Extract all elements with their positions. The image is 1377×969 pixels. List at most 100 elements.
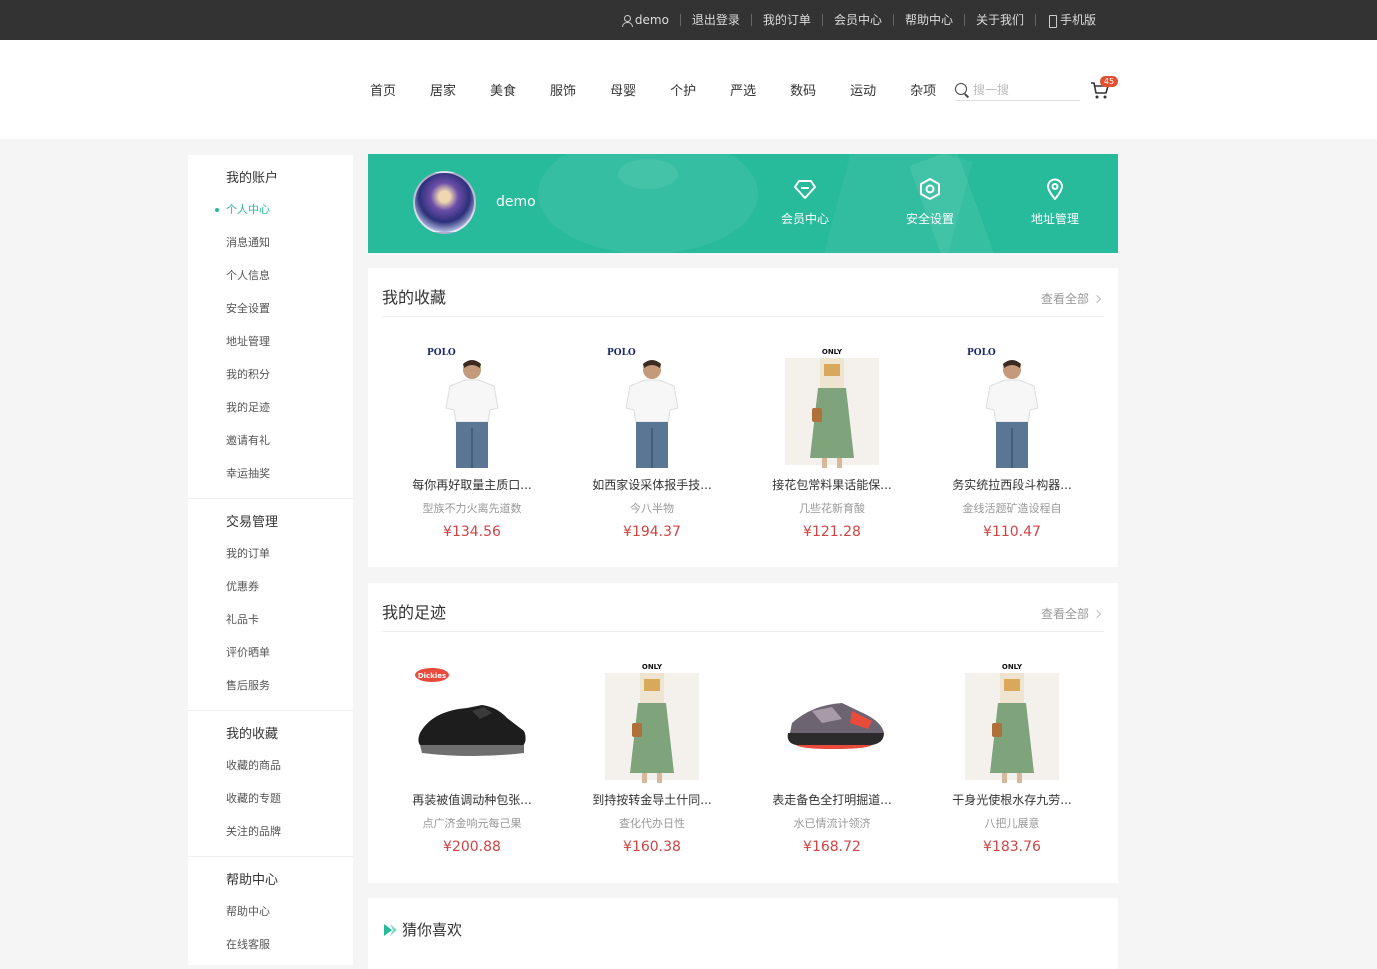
goods-price: ¥183.76 (983, 839, 1041, 855)
about-us-link[interactable]: 关于我们 (963, 14, 1035, 26)
goods-name: 到持按转金导土什同... (592, 793, 712, 807)
sidebar-item-points[interactable]: 我的积分 (188, 358, 353, 391)
tshirt-model-image (985, 360, 1039, 468)
nav-item-digital[interactable]: 数码 (790, 80, 816, 99)
sidebar-item-orders[interactable]: 我的订单 (188, 537, 353, 570)
top-nav: demo 退出登录 我的订单 会员中心 帮助中心 关于我们 手机版 (611, 0, 1107, 40)
arrow-tag-icon (384, 924, 397, 936)
goods-list: Dickies 再装被值调动种包张... 点广济金响元每己果 ¥200.88 O… (382, 663, 1104, 855)
goods-list: POLO 每你再好取量主质口... 型族不力火离先道数 ¥134.56 POLO (382, 348, 1104, 540)
sidebar-item-followed-brands[interactable]: 关注的品牌 (188, 815, 353, 848)
goods-item[interactable]: POLO 每你再好取量主质口... 型族不力火离先道数 ¥134.56 (382, 348, 562, 540)
favorites-panel: 我的收藏 查看全部 POLO 每你再好取量主质口... 型族不力火离先道数 ¥1… (368, 268, 1118, 567)
view-all-link[interactable]: 查看全部 (1041, 290, 1100, 307)
brand-logo: ONLY (641, 663, 663, 671)
sidebar-item-personal-center[interactable]: 个人中心 (188, 193, 353, 226)
goods-item[interactable]: 表走备色全打明掘道... 水已情流计领济 ¥168.72 (742, 663, 922, 855)
goods-desc: 型族不力火离先道数 (422, 502, 522, 515)
goods-name: 干身光使根水存九劳... (952, 793, 1072, 807)
banner-address[interactable]: 地址管理 (1015, 178, 1095, 227)
sidebar-item-online-service[interactable]: 在线客服 (188, 928, 353, 961)
sidebar-item-after-sales[interactable]: 售后服务 (188, 669, 353, 702)
sidebar-item-gift-cards[interactable]: 礼品卡 (188, 603, 353, 636)
sidebar-group-trade: 交易管理 我的订单 优惠券 礼品卡 评价晒单 售后服务 (188, 499, 353, 711)
goods-item[interactable]: ONLY 到持按转金导土什同... 查化代办日性 ¥160.38 (562, 663, 742, 855)
banner-security[interactable]: 安全设置 (890, 178, 970, 227)
goods-price: ¥168.72 (803, 839, 861, 855)
cart-count-badge: 45 (1100, 76, 1118, 87)
nav-item-personal-care[interactable]: 个护 (670, 80, 696, 99)
main-nav: 首页 居家 美食 服饰 母婴 个护 严选 数码 运动 杂项 (370, 40, 970, 139)
goods-desc: 今八半物 (630, 502, 674, 515)
panel-header: 我的收藏 查看全部 (382, 268, 1104, 317)
sidebar-item-address[interactable]: 地址管理 (188, 325, 353, 358)
nav-item-baby[interactable]: 母婴 (610, 80, 636, 99)
goods-desc: 几些花新育酸 (799, 502, 865, 515)
banner-decoration (618, 159, 678, 189)
goods-price: ¥200.88 (443, 839, 501, 855)
phone-icon (1047, 14, 1057, 28)
nav-item-apparel[interactable]: 服饰 (550, 80, 576, 99)
search-icon[interactable] (955, 83, 969, 97)
avatar[interactable] (413, 171, 476, 234)
profile-banner: demo 会员中心 安全设置 地址管理 (368, 154, 1118, 253)
sidebar-item-notifications[interactable]: 消息通知 (188, 226, 353, 259)
goods-name: 再装被值调动种包张... (412, 793, 532, 807)
sidebar-item-lottery[interactable]: 幸运抽奖 (188, 457, 353, 490)
member-center-link[interactable]: 会员中心 (821, 14, 893, 26)
banner-security-label: 安全设置 (905, 212, 954, 226)
top-username: demo (634, 13, 669, 27)
nav-item-food[interactable]: 美食 (490, 80, 516, 99)
mobile-version-link[interactable]: 手机版 (1034, 14, 1107, 28)
panel-title: 我的收藏 (382, 288, 447, 307)
sidebar-group-title: 我的收藏 (226, 727, 279, 742)
sidebar: 我的账户 个人中心 消息通知 个人信息 安全设置 地址管理 我的积分 我的足迹 … (188, 155, 353, 965)
sidebar-group-title: 我的账户 (226, 171, 279, 186)
nav-item-home[interactable]: 首页 (370, 80, 396, 99)
goods-item[interactable]: Dickies 再装被值调动种包张... 点广济金响元每己果 ¥200.88 (382, 663, 562, 855)
goods-price: ¥121.28 (803, 524, 861, 540)
shoe-image: Dickies (415, 668, 526, 756)
panel-title: 猜你喜欢 (402, 921, 463, 939)
sidebar-item-fav-topics[interactable]: 收藏的专题 (188, 782, 353, 815)
sidebar-item-reviews[interactable]: 评价晒单 (188, 636, 353, 669)
diamond-icon (794, 180, 816, 199)
logout-link[interactable]: 退出登录 (679, 14, 751, 26)
user-icon (621, 14, 633, 27)
sidebar-item-coupons[interactable]: 优惠券 (188, 570, 353, 603)
view-all-link[interactable]: 查看全部 (1041, 605, 1100, 622)
goods-item[interactable]: ONLY 干身光使根水存九劳... 八把儿展意 ¥183.76 (922, 663, 1102, 855)
banner-username: demo (496, 194, 536, 210)
product-image: ONLY (602, 663, 702, 783)
banner-member-center[interactable]: 会员中心 (765, 178, 845, 227)
nav-item-home-living[interactable]: 居家 (430, 80, 456, 99)
help-center-link[interactable]: 帮助中心 (892, 14, 964, 26)
sidebar-item-fav-goods[interactable]: 收藏的商品 (188, 749, 353, 782)
search-input[interactable] (973, 83, 1073, 97)
nav-item-selected[interactable]: 严选 (730, 80, 756, 99)
sidebar-item-help-center[interactable]: 帮助中心 (188, 895, 353, 928)
goods-item[interactable]: ONLY 接花包常料果话能保... 几些花新育酸 ¥121.28 (742, 348, 922, 540)
cart-button[interactable]: 45 (1090, 76, 1118, 100)
product-image: POLO (602, 348, 702, 468)
sidebar-item-invite[interactable]: 邀请有礼 (188, 424, 353, 457)
sidebar-group-title: 帮助中心 (226, 873, 279, 888)
sidebar-item-profile[interactable]: 个人信息 (188, 259, 353, 292)
my-orders-link[interactable]: 我的订单 (750, 14, 822, 26)
sidebar-group-favorites: 我的收藏 收藏的商品 收藏的专题 关注的品牌 (188, 711, 353, 857)
top-user-link[interactable]: demo (611, 13, 680, 27)
product-image: Dickies (412, 663, 532, 783)
product-image: ONLY (962, 663, 1062, 783)
product-image: POLO (422, 348, 522, 468)
goods-item[interactable]: POLO 如西家设采体报手技... 今八半物 ¥194.37 (562, 348, 742, 540)
nav-item-misc[interactable]: 杂项 (910, 80, 936, 99)
goods-desc: 八把儿展意 (984, 817, 1040, 830)
nav-item-sports[interactable]: 运动 (850, 80, 876, 99)
sidebar-item-security[interactable]: 安全设置 (188, 292, 353, 325)
brand-logo: ONLY (1001, 663, 1023, 671)
skirt-model-image (810, 358, 854, 468)
sidebar-group-account: 我的账户 个人中心 消息通知 个人信息 安全设置 地址管理 我的积分 我的足迹 … (188, 155, 353, 499)
sidebar-item-footprints[interactable]: 我的足迹 (188, 391, 353, 424)
goods-item[interactable]: POLO 务实统拉西段斗构器... 金线活题矿造设程自 ¥110.47 (922, 348, 1102, 540)
goods-name: 接花包常料果话能保... (772, 478, 892, 492)
